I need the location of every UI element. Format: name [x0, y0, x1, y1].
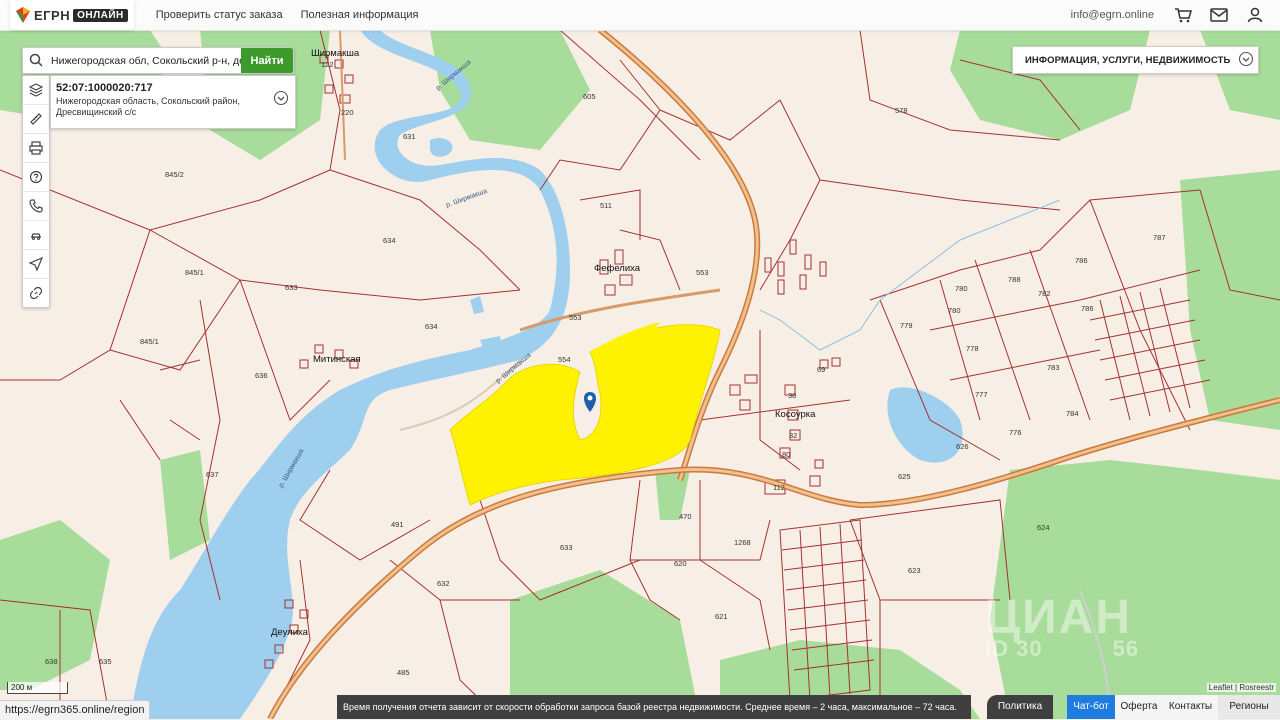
logo-badge: ОНЛАЙН [73, 8, 128, 22]
plot-number: 470 [679, 512, 692, 521]
plot-number: 631 [403, 132, 416, 141]
plot-number: 220 [341, 108, 354, 117]
plot-number: 485 [397, 668, 410, 677]
top-bar: ЕГРН ОНЛАЙН Проверить статус заказа Поле… [0, 0, 1280, 31]
place-label: Митинская [313, 354, 361, 365]
email-link[interactable]: info@egrn.online [1071, 9, 1154, 21]
plot-number: 634 [425, 322, 438, 331]
offer-button[interactable]: Оферта [1115, 695, 1163, 719]
plot-number: 621 [715, 612, 728, 621]
parcel-address-line2: Дресвищинский с/с [56, 107, 137, 117]
plot-number: 636 [255, 371, 268, 380]
plot-number: 623 [908, 566, 921, 575]
print-icon[interactable] [23, 134, 49, 163]
plot-number: 491 [391, 520, 404, 529]
plot-number: 776 [1009, 428, 1022, 437]
plot-number: 633 [285, 283, 298, 292]
place-label: Деулиха [271, 627, 308, 638]
plot-number: 626 [956, 442, 969, 451]
processing-time-note: Время получения отчета зависит от скорос… [337, 695, 971, 719]
logo[interactable]: ЕГРН ОНЛАЙН [10, 0, 134, 30]
map-toolbar [22, 75, 50, 308]
plot-number: 638 [45, 657, 58, 666]
parcel-info-card[interactable]: 52:07:1000020:717 Нижегородская область,… [50, 75, 296, 129]
plot-number: 787 [1153, 233, 1166, 242]
plot-number: 778 [966, 344, 979, 353]
chevron-down-icon[interactable] [273, 90, 289, 106]
plot-number: 845/1 [140, 337, 159, 346]
plot-number: 777 [975, 390, 988, 399]
plot-number: 80 [782, 450, 791, 459]
ruler-icon[interactable] [23, 105, 49, 134]
plot-number: 780 [948, 306, 961, 315]
user-icon[interactable] [1244, 4, 1266, 26]
plot-number: 38 [788, 391, 797, 400]
plot-number: 845/2 [165, 170, 184, 179]
watermark-id: ID 30 56 [985, 636, 1140, 661]
plot-number: 511 [600, 201, 612, 210]
search-bar: Найти [22, 47, 294, 74]
layers-icon[interactable] [23, 76, 49, 105]
plot-number: 578 [895, 106, 908, 115]
plot-number: 780 [955, 284, 968, 293]
place-label: Ширмакша [311, 48, 360, 59]
logo-text: ЕГРН [34, 7, 71, 23]
plot-number: 633 [560, 543, 573, 552]
cadastral-number: 52:07:1000020:717 [56, 82, 153, 94]
plot-number: 554 [558, 355, 571, 364]
plot-number: 637 [206, 470, 219, 479]
plot-number: 632 [437, 579, 450, 588]
auction-icon[interactable] [23, 221, 49, 250]
chevron-down-icon[interactable] [1238, 51, 1254, 67]
plot-number: 122 [321, 60, 334, 69]
plot-number: 553 [569, 313, 582, 322]
place-label: Фефелиха [594, 263, 641, 274]
logo-mark-icon [16, 7, 30, 23]
plot-number: 782 [1038, 289, 1051, 298]
policy-button[interactable]: Политика [987, 695, 1053, 719]
scale-bar: 200 м [7, 682, 68, 694]
plot-number: 635 [99, 657, 112, 666]
info-panel-label: ИНФОРМАЦИЯ, УСЛУГИ, НЕДВИЖИМОСТЬ [1025, 54, 1231, 66]
plot-number: 784 [1066, 409, 1079, 418]
cart-icon[interactable] [1172, 4, 1194, 26]
plot-number: 553 [696, 268, 709, 277]
contacts-button[interactable]: Контакты [1163, 695, 1218, 719]
mail-icon[interactable] [1208, 4, 1230, 26]
plot-number: 786 [1075, 256, 1088, 265]
link-icon[interactable] [23, 279, 49, 307]
search-button[interactable]: Найти [241, 48, 293, 73]
plot-number: 69 [817, 365, 826, 374]
search-input[interactable] [49, 53, 243, 68]
plot-number: 112 [773, 483, 785, 492]
help-icon[interactable] [23, 163, 49, 192]
nav-useful-info[interactable]: Полезная информация [301, 9, 419, 21]
header-actions: info@egrn.online [1071, 0, 1280, 30]
plot-number: 779 [900, 321, 913, 330]
plot-number: 1268 [734, 538, 751, 547]
plot-number: 625 [898, 472, 911, 481]
plot-number: 32 [789, 431, 798, 440]
phone-icon[interactable] [23, 192, 49, 221]
status-url: https://egrn365.online/region [0, 700, 151, 720]
plot-number: 786 [1081, 304, 1094, 313]
plot-number: 845/1 [185, 268, 204, 277]
map-attribution[interactable]: Leaflet | Rosreestr [1206, 683, 1276, 692]
search-icon [29, 53, 45, 69]
plot-number: 605 [583, 92, 596, 101]
info-services-dropdown[interactable]: ИНФОРМАЦИЯ, УСЛУГИ, НЕДВИЖИМОСТЬ [1012, 46, 1259, 74]
plot-number: 620 [674, 559, 687, 568]
plot-number: 624 [1037, 523, 1050, 532]
regions-button[interactable]: Регионы [1218, 695, 1280, 719]
chatbot-button[interactable]: Чат-бот [1067, 695, 1115, 719]
plot-number: 788 [1008, 275, 1021, 284]
plot-number: 783 [1047, 363, 1060, 372]
locate-icon[interactable] [23, 250, 49, 279]
parcel-address-line1: Нижегородская область, Сокольский район, [56, 96, 240, 106]
plot-number: 634 [383, 236, 396, 245]
nav-check-status[interactable]: Проверить статус заказа [156, 9, 283, 21]
place-label: Косоурка [775, 409, 816, 420]
